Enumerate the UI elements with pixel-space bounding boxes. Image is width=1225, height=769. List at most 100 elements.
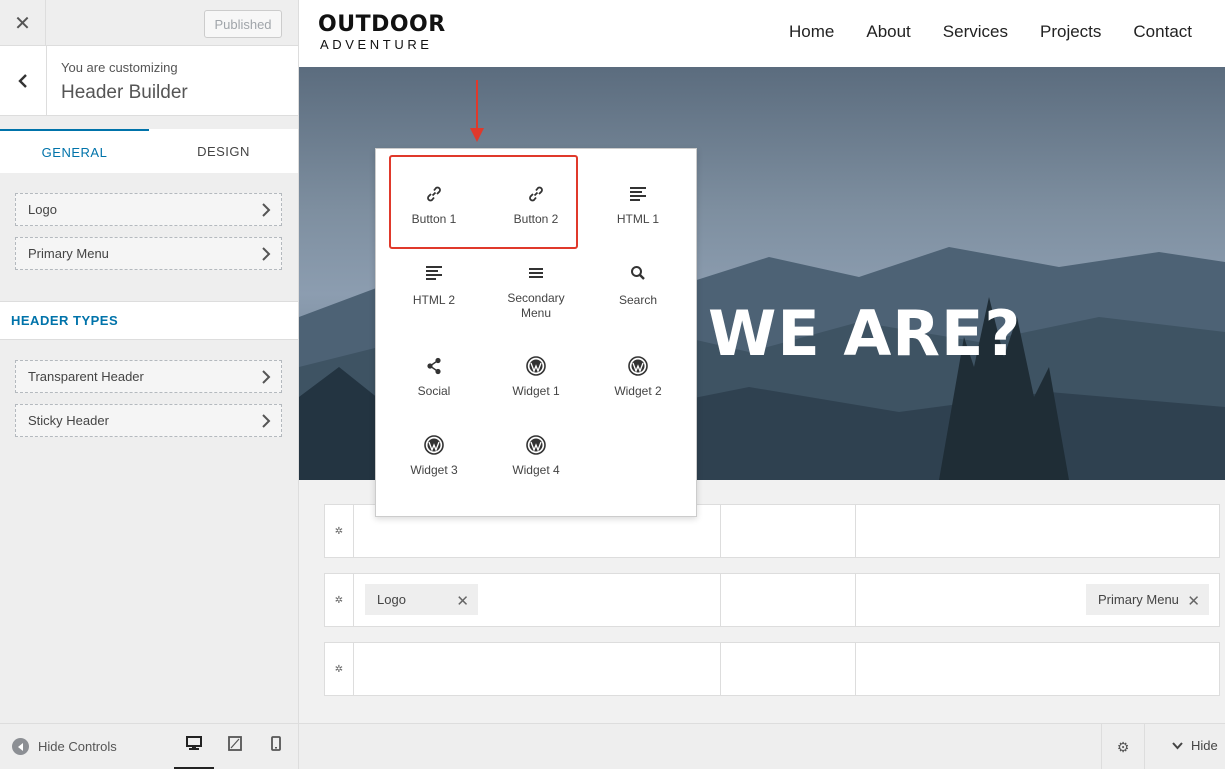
sidebar-item-logo[interactable]: Logo bbox=[15, 193, 282, 226]
wordpress-icon bbox=[526, 435, 546, 455]
nav-link-about[interactable]: About bbox=[866, 22, 910, 42]
wordpress-icon bbox=[628, 356, 648, 376]
popup-item-label: Button 2 bbox=[513, 212, 559, 226]
remove-icon[interactable]: ✕ bbox=[456, 592, 469, 610]
builder-row-main: ✲ Logo ✕ Primary Menu ✕ bbox=[324, 573, 1220, 627]
popup-item-label: Widget 3 bbox=[410, 463, 458, 477]
nav-link-services[interactable]: Services bbox=[943, 22, 1008, 42]
share-icon bbox=[427, 357, 441, 375]
popup-item-label: Button 1 bbox=[411, 212, 457, 226]
sidebar-item-sticky-header[interactable]: Sticky Header bbox=[15, 404, 282, 437]
popup-item-label: HTML 2 bbox=[412, 293, 456, 307]
chip-label: Logo bbox=[377, 592, 406, 607]
chevron-right-icon bbox=[262, 203, 271, 217]
gear-icon: ✲ bbox=[334, 525, 344, 537]
popup-item-widget-4[interactable]: Widget 4 bbox=[486, 433, 586, 478]
mobile-icon bbox=[271, 736, 281, 751]
nav-link-home[interactable]: Home bbox=[789, 22, 834, 42]
section-title-header-types: HEADER TYPES bbox=[0, 301, 298, 340]
hide-label: Hide bbox=[1191, 738, 1218, 753]
footer-divider bbox=[298, 724, 299, 769]
settings-button[interactable]: ⚙ bbox=[1101, 724, 1145, 769]
row-settings-button[interactable]: ✲ bbox=[325, 505, 354, 557]
tab-design[interactable]: DESIGN bbox=[149, 129, 298, 173]
gear-icon: ✲ bbox=[334, 594, 344, 606]
close-customizer-button[interactable]: ✕ bbox=[0, 0, 46, 46]
popup-item-label: Search bbox=[618, 293, 658, 307]
popup-item-html-1[interactable]: HTML 1 bbox=[588, 182, 688, 227]
chevron-right-icon bbox=[262, 247, 271, 261]
wordpress-icon bbox=[526, 356, 546, 376]
row-settings-button[interactable]: ✲ bbox=[325, 643, 354, 695]
column-divider bbox=[855, 643, 856, 695]
annotation-arrow bbox=[476, 80, 478, 130]
context-label: You are customizing bbox=[61, 60, 178, 75]
column-divider bbox=[720, 505, 721, 557]
popup-item-widget-2[interactable]: Widget 2 bbox=[588, 354, 688, 399]
desktop-icon bbox=[186, 736, 202, 750]
link-icon bbox=[427, 186, 441, 202]
hero-title: WE ARE? bbox=[708, 297, 1022, 370]
sidebar-item-primary-menu[interactable]: Primary Menu bbox=[15, 237, 282, 270]
chevron-right-icon bbox=[262, 370, 271, 384]
popup-item-label: Secondary Menu bbox=[507, 291, 565, 320]
sidebar-item-transparent-header[interactable]: Transparent Header bbox=[15, 360, 282, 393]
html-icon bbox=[630, 187, 646, 201]
hide-builder-button[interactable]: Hide bbox=[1172, 738, 1218, 753]
gear-icon: ✲ bbox=[334, 663, 344, 675]
search-icon bbox=[631, 266, 645, 280]
chevron-down-icon bbox=[1172, 741, 1183, 749]
context-title: Header Builder bbox=[61, 82, 188, 103]
popup-item-search[interactable]: Search bbox=[588, 261, 688, 308]
column-divider bbox=[720, 643, 721, 695]
column-divider bbox=[855, 505, 856, 557]
hide-controls-label: Hide Controls bbox=[38, 739, 117, 754]
popup-item-label: HTML 1 bbox=[616, 212, 660, 226]
link-icon bbox=[529, 186, 543, 202]
remove-icon[interactable]: ✕ bbox=[1187, 592, 1200, 610]
nav-link-projects[interactable]: Projects bbox=[1040, 22, 1101, 42]
site-logo-sub: ADVENTURE bbox=[320, 37, 433, 52]
device-desktop-button[interactable] bbox=[174, 736, 214, 769]
tablet-icon bbox=[228, 736, 242, 751]
popup-item-secondary-menu[interactable]: Secondary Menu bbox=[486, 261, 586, 321]
popup-item-button-2[interactable]: Button 2 bbox=[486, 182, 586, 227]
device-mobile-button[interactable] bbox=[256, 736, 296, 769]
published-button[interactable]: Published bbox=[204, 10, 282, 38]
hide-controls-button[interactable]: Hide Controls bbox=[12, 738, 117, 755]
sidebar-item-label: Transparent Header bbox=[28, 369, 144, 384]
builder-row-bottom: ✲ bbox=[324, 642, 1220, 696]
sidebar-topbar: ✕ Published bbox=[0, 0, 298, 46]
popup-item-widget-3[interactable]: Widget 3 bbox=[384, 433, 484, 478]
customizer-sidebar: ✕ Published You are customizing Header B… bbox=[0, 0, 299, 769]
popup-item-social[interactable]: Social bbox=[384, 354, 484, 399]
arrow-head-icon bbox=[470, 128, 484, 142]
column-divider bbox=[720, 574, 721, 626]
chip-logo[interactable]: Logo ✕ bbox=[365, 584, 478, 615]
popup-item-label: Widget 4 bbox=[512, 463, 560, 477]
sidebar-item-label: Logo bbox=[28, 202, 57, 217]
sidebar-item-label: Primary Menu bbox=[28, 246, 109, 261]
tab-general[interactable]: GENERAL bbox=[0, 129, 149, 173]
back-button[interactable] bbox=[0, 46, 47, 116]
wordpress-icon bbox=[424, 435, 444, 455]
popup-item-html-2[interactable]: HTML 2 bbox=[384, 261, 484, 308]
device-tablet-button[interactable] bbox=[215, 736, 255, 769]
primary-nav: Home About Services Projects Contact bbox=[789, 22, 1192, 42]
popup-item-label: Widget 1 bbox=[512, 384, 560, 398]
popup-item-widget-1[interactable]: Widget 1 bbox=[486, 354, 586, 399]
chip-label: Primary Menu bbox=[1098, 592, 1179, 607]
customizer-footer: Hide Controls ⚙ Hide bbox=[0, 723, 1225, 769]
gear-icon: ⚙ bbox=[1116, 738, 1130, 755]
panel-tabs: GENERAL DESIGN bbox=[0, 129, 298, 173]
row-settings-button[interactable]: ✲ bbox=[325, 574, 354, 626]
site-logo-main[interactable]: OUTDOOR bbox=[318, 12, 446, 37]
menu-icon bbox=[529, 268, 543, 278]
add-item-popup: Button 1 Button 2 HTML 1 HTML 2 Secondar… bbox=[375, 148, 697, 517]
popup-item-button-1[interactable]: Button 1 bbox=[384, 182, 484, 227]
chevron-right-icon bbox=[262, 414, 271, 428]
chip-primary-menu[interactable]: Primary Menu ✕ bbox=[1086, 584, 1209, 615]
close-icon: ✕ bbox=[14, 12, 31, 35]
popup-item-label: Widget 2 bbox=[614, 384, 662, 398]
nav-link-contact[interactable]: Contact bbox=[1133, 22, 1192, 42]
